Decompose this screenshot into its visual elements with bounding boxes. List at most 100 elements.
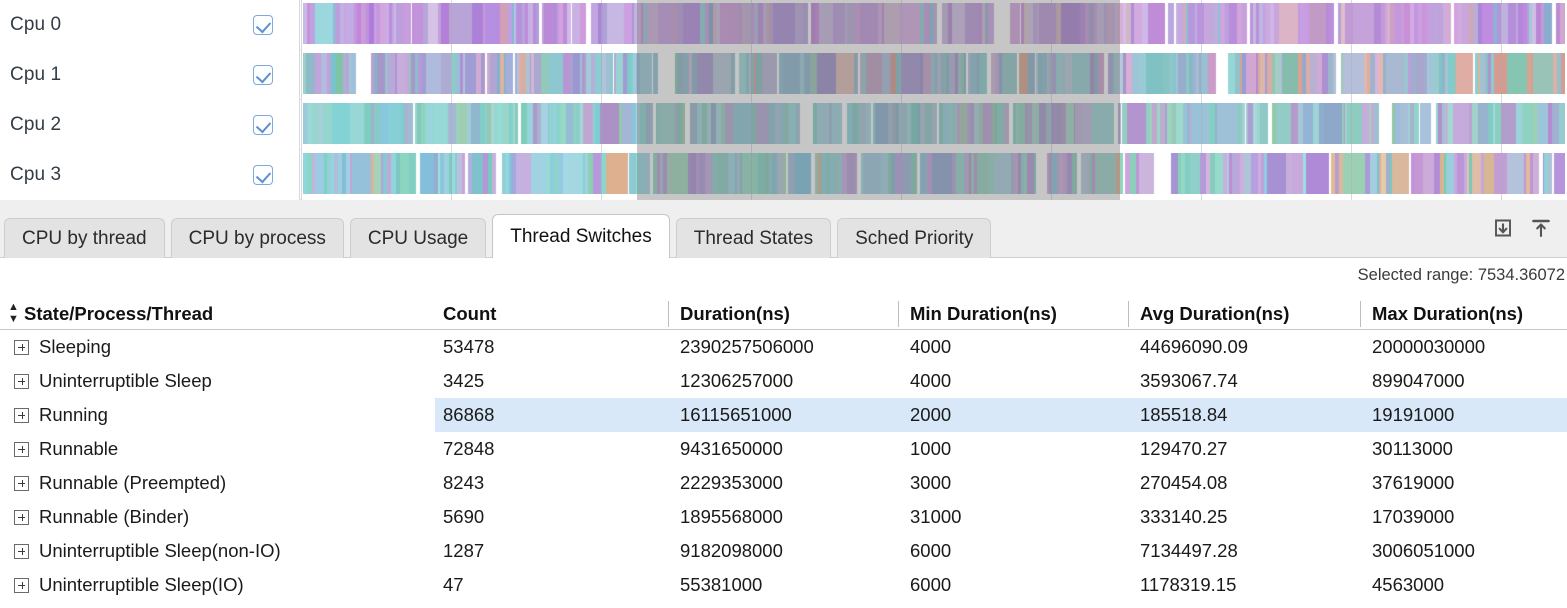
cpu-label-cell-2[interactable]: Cpu 2 (0, 100, 300, 150)
data-grid: ▲ ▼ State/Process/Thread Count Duration(… (0, 298, 1567, 602)
cell-duration: 2390257506000 (680, 330, 814, 364)
selected-range-label: Selected range: 7534.36072 (1358, 266, 1565, 285)
cell-max-duration: 19191000 (1372, 398, 1454, 432)
cpu-row[interactable]: Cpu 3 (0, 150, 1567, 200)
cell-count: 8243 (443, 466, 484, 500)
arrow-up-to-line-icon[interactable] (1529, 216, 1553, 240)
tab-thread-switches[interactable]: Thread Switches (492, 214, 670, 258)
cell-state-process-thread[interactable]: Runnable (Preempted) (14, 466, 226, 500)
tab-label: Thread Switches (510, 226, 652, 248)
expand-plus-icon[interactable] (14, 544, 29, 559)
cpu-track-area-1[interactable] (301, 50, 1567, 100)
cpu-label-1: Cpu 1 (10, 64, 61, 86)
cpu-row[interactable]: Cpu 0 (0, 0, 1567, 50)
cpu-track-area-3[interactable] (301, 150, 1567, 200)
column-header-avg-duration[interactable]: Avg Duration(ns) (1140, 298, 1289, 330)
cpu-slice-track-1[interactable] (303, 53, 1565, 94)
table-row[interactable]: Uninterruptible Sleep(IO)475538100060001… (0, 568, 1567, 602)
panel-toolbar (1491, 216, 1553, 240)
cell-avg-duration: 333140.25 (1140, 500, 1227, 534)
cell-duration: 12306257000 (680, 364, 793, 398)
cell-state-process-thread[interactable]: Uninterruptible Sleep(IO) (14, 568, 244, 602)
tab-thread-states[interactable]: Thread States (676, 218, 831, 258)
row-label: Runnable (Binder) (39, 506, 189, 528)
cpu-slice-track-2[interactable] (303, 103, 1565, 144)
cpu-checkbox-2[interactable] (253, 115, 273, 135)
cpu-checkbox-1[interactable] (253, 65, 273, 85)
row-label: Uninterruptible Sleep(IO) (39, 574, 244, 596)
thread-switches-panel: Cpu 0 Cpu 1 Cpu 2 (0, 0, 1567, 608)
cpu-slice-track-0[interactable] (303, 3, 1565, 44)
table-row[interactable]: Running86868161156510002000185518.841919… (0, 398, 1567, 432)
table-row[interactable]: Runnable7284894316500001000129470.273011… (0, 432, 1567, 466)
tab-bar: CPU by thread CPU by process CPU Usage T… (0, 200, 1567, 258)
cell-avg-duration: 3593067.74 (1140, 364, 1238, 398)
tab-cpu-by-process[interactable]: CPU by process (171, 218, 344, 258)
cell-min-duration: 31000 (910, 500, 961, 534)
expand-plus-icon[interactable] (14, 578, 29, 593)
column-header-state-process-thread[interactable]: State/Process/Thread (24, 298, 213, 330)
cpu-slice-track-3[interactable] (303, 153, 1565, 194)
column-header-count[interactable]: Count (443, 298, 496, 330)
row-label: Running (39, 404, 108, 426)
cpu-checkbox-3[interactable] (253, 165, 273, 185)
cell-avg-duration: 129470.27 (1140, 432, 1227, 466)
tab-sched-priority[interactable]: Sched Priority (837, 218, 991, 258)
expand-plus-icon[interactable] (14, 340, 29, 355)
expand-plus-icon[interactable] (14, 476, 29, 491)
table-row[interactable]: Runnable (Binder)56901895568000310003331… (0, 500, 1567, 534)
cell-avg-duration: 7134497.28 (1140, 534, 1238, 568)
cell-state-process-thread[interactable]: Runnable (Binder) (14, 500, 189, 534)
cell-avg-duration: 1178319.15 (1140, 568, 1236, 602)
column-header-min-duration[interactable]: Min Duration(ns) (910, 298, 1057, 330)
cell-max-duration: 4563000 (1372, 568, 1444, 602)
cell-state-process-thread[interactable]: Uninterruptible Sleep (14, 364, 212, 398)
cell-state-process-thread[interactable]: Uninterruptible Sleep(non-IO) (14, 534, 281, 568)
cell-duration: 9182098000 (680, 534, 783, 568)
table-row[interactable]: Uninterruptible Sleep3425123062570004000… (0, 364, 1567, 398)
cpu-label-cell-1[interactable]: Cpu 1 (0, 50, 300, 100)
expand-plus-icon[interactable] (14, 408, 29, 423)
expand-plus-icon[interactable] (14, 374, 29, 389)
row-label: Runnable (Preempted) (39, 472, 226, 494)
table-row[interactable]: Sleeping534782390257506000400044696090.0… (0, 330, 1567, 364)
tab-label: Thread States (694, 228, 813, 250)
cell-state-process-thread[interactable]: Sleeping (14, 330, 111, 364)
tab-cpu-by-thread[interactable]: CPU by thread (4, 218, 165, 258)
expand-plus-icon[interactable] (14, 510, 29, 525)
cell-count: 72848 (443, 432, 494, 466)
row-label: Runnable (39, 438, 118, 460)
cell-avg-duration: 270454.08 (1140, 466, 1227, 500)
cpu-label-cell-0[interactable]: Cpu 0 (0, 0, 300, 50)
cpu-label-cell-3[interactable]: Cpu 3 (0, 150, 300, 200)
cell-max-duration: 17039000 (1372, 500, 1454, 534)
cpu-track-area-0[interactable] (301, 0, 1567, 50)
cell-state-process-thread[interactable]: Runnable (14, 432, 118, 466)
cpu-checkbox-0[interactable] (253, 15, 273, 35)
cell-count: 1287 (443, 534, 484, 568)
cell-max-duration: 30113000 (1372, 432, 1453, 466)
tab-cpu-usage[interactable]: CPU Usage (350, 218, 486, 258)
box-download-icon[interactable] (1491, 216, 1515, 240)
column-header-duration[interactable]: Duration(ns) (680, 298, 790, 330)
sort-indicator-icon[interactable]: ▲ ▼ (8, 302, 20, 326)
cell-min-duration: 6000 (910, 534, 951, 568)
cell-max-duration: 20000030000 (1372, 330, 1485, 364)
table-row[interactable]: Uninterruptible Sleep(non-IO) 1287 9182098… (0, 534, 1567, 568)
row-label: Uninterruptible Sleep (39, 370, 212, 392)
cell-min-duration: 4000 (910, 364, 951, 398)
tab-label: CPU Usage (368, 228, 468, 250)
cpu-label-2: Cpu 2 (10, 114, 61, 136)
cpu-track-area-2[interactable] (301, 100, 1567, 150)
cpu-row[interactable]: Cpu 2 (0, 100, 1567, 150)
column-header-max-duration[interactable]: Max Duration(ns) (1372, 298, 1523, 330)
cell-state-process-thread[interactable]: Running (14, 398, 108, 432)
cpu-row[interactable]: Cpu 1 (0, 50, 1567, 100)
expand-plus-icon[interactable] (14, 442, 29, 457)
cell-duration: 1895568000 (680, 500, 783, 534)
table-row[interactable]: Runnable (Preempted)82432229353000300027… (0, 466, 1567, 500)
cell-count: 53478 (443, 330, 494, 364)
cpu-label-3: Cpu 3 (10, 164, 61, 186)
cell-duration: 55381000 (680, 568, 762, 602)
cell-duration: 9431650000 (680, 432, 783, 466)
